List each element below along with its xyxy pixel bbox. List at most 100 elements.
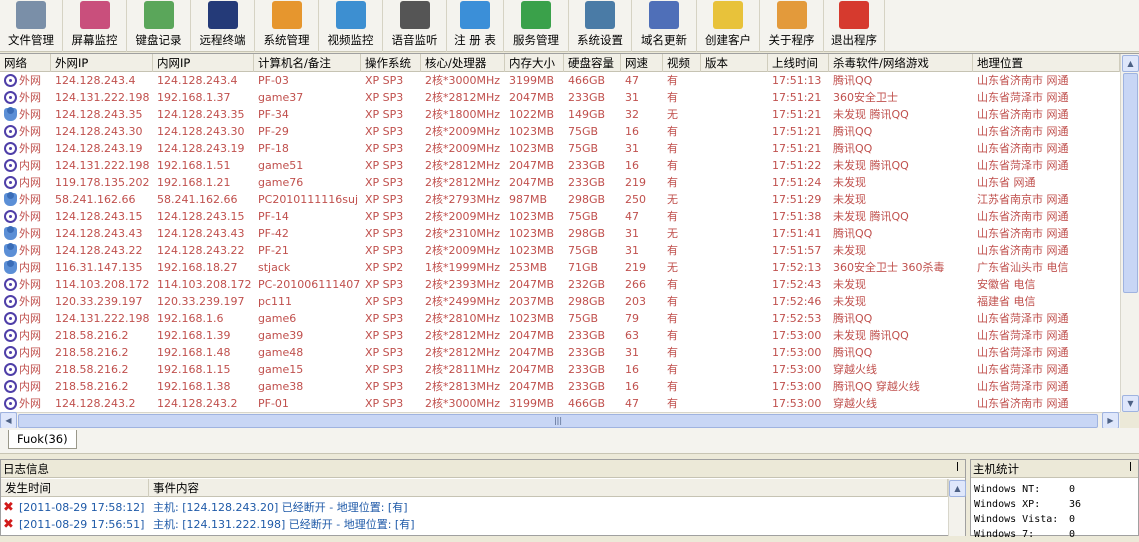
table-row[interactable]: 内网 218.58.216.2 192.168.1.15 game15 XP SP3 2核…	[0, 361, 1120, 378]
table-row[interactable]: 外网 124.128.243.15 124.128.243.15 PF-14 XP SP…	[0, 208, 1120, 225]
column-header-av[interactable]: 杀毒软件/网络游戏	[829, 54, 973, 72]
scroll-left-arrow-icon[interactable]: ◀	[0, 412, 17, 429]
table-row[interactable]: 内网 119.178.135.202 192.168.1.21 game76 XP SP…	[0, 174, 1120, 191]
toolbar-button-system-manage[interactable]: 系统管理	[255, 0, 319, 52]
table-row[interactable]: 外网 120.33.239.197 120.33.239.197 pc111 XP SP…	[0, 293, 1120, 310]
cell-disk: 75GB	[568, 312, 599, 325]
column-header-disk[interactable]: 硬盘容量	[564, 54, 621, 72]
host-list-vertical-scrollbar[interactable]: ▲ ▼	[1120, 54, 1139, 412]
scroll-down-arrow-icon[interactable]: ▼	[1122, 395, 1139, 412]
tab-fuok[interactable]: Fuok(36)	[8, 430, 77, 449]
horizontal-scroll-thumb[interactable]: |||	[18, 414, 1098, 428]
scroll-up-arrow-icon[interactable]: ▲	[1122, 55, 1139, 72]
pin-icon[interactable]: ꟾ	[1129, 460, 1132, 478]
toolbar-button-screen-monitor[interactable]: 屏幕监控	[63, 0, 127, 52]
table-row[interactable]: 外网 114.103.208.172 114.103.208.172 PC-20100…	[0, 276, 1120, 293]
table-row[interactable]: 内网 124.131.222.198 192.168.1.6 game6 XP SP3 2…	[0, 310, 1120, 327]
column-header-net[interactable]: 网络	[0, 54, 51, 72]
cell-net: 外网	[19, 91, 41, 104]
table-row[interactable]: 外网 58.241.162.66 58.241.162.66 PC2010111116…	[0, 191, 1120, 208]
table-row[interactable]: 外网 124.131.222.198 192.168.1.37 game37 XP SP…	[0, 89, 1120, 106]
cell-wan: 124.128.243.2	[55, 397, 136, 410]
table-row[interactable]: 外网 124.128.243.22 124.128.243.22 PF-21 XP SP…	[0, 242, 1120, 259]
column-header-loc[interactable]: 地理位置	[973, 54, 1120, 72]
cell-lan: 192.168.1.21	[157, 176, 231, 189]
toolbar-button-create-client[interactable]: 创建客户	[697, 0, 760, 52]
table-row[interactable]: 内网 116.31.147.135 192.168.18.27 stjack XP SP…	[0, 259, 1120, 276]
table-row[interactable]: 内网 218.58.216.2 192.168.1.39 game39 XP SP3 2核…	[0, 327, 1120, 344]
system-manage-icon	[271, 1, 302, 29]
column-header-time[interactable]: 上线时间	[768, 54, 829, 72]
column-header-wan[interactable]: 外网IP	[51, 54, 153, 72]
log-col-event[interactable]: 事件内容	[149, 479, 948, 497]
cell-cpu: 2核*2810MHz	[425, 312, 501, 325]
scroll-thumb[interactable]	[1123, 73, 1138, 293]
cell-net: 内网	[19, 176, 41, 189]
toolbar-button-remote-terminal[interactable]: 远程终端	[191, 0, 255, 52]
cell-time: 17:51:24	[772, 176, 822, 189]
log-row[interactable]: ✖ [2011-08-29 17:56:51] 主机: [124.131.222.1…	[1, 516, 948, 533]
cell-os: XP SP2	[365, 261, 404, 274]
table-row[interactable]: 外网 124.128.243.19 124.128.243.19 PF-18 XP SP…	[0, 140, 1120, 157]
cell-ver	[701, 123, 768, 140]
table-row[interactable]: 内网 218.58.216.2 192.168.1.48 game48 XP SP3 2核…	[0, 344, 1120, 361]
cell-video: 有	[667, 91, 678, 104]
column-header-os[interactable]: 操作系统	[361, 54, 421, 72]
cell-loc: 山东省菏泽市 网通	[977, 91, 1069, 104]
toolbar-button-service-manage[interactable]: 服务管理	[504, 0, 569, 52]
group-tab-strip: Fuok(36)	[0, 428, 1139, 454]
scroll-right-arrow-icon[interactable]: ▶	[1102, 412, 1119, 429]
log-body: ✖ [2011-08-29 17:58:12] 主机: [124.128.243.2…	[1, 497, 948, 537]
cell-name: game37	[258, 91, 304, 104]
toolbar-button-registry[interactable]: 注 册 表	[447, 0, 504, 52]
column-header-mem[interactable]: 内存大小	[505, 54, 564, 72]
toolbar-button-keyboard-log[interactable]: 键盘记录	[127, 0, 191, 52]
cell-wan: 218.58.216.2	[55, 329, 129, 342]
cell-mem: 1022MB	[509, 108, 555, 121]
toolbar-button-label: 屏幕监控	[71, 33, 118, 47]
column-header-lan[interactable]: 内网IP	[153, 54, 254, 72]
cell-av: 未发现 腾讯QQ	[833, 108, 909, 121]
system-settings-icon	[585, 1, 615, 29]
log-scroll-up-arrow-icon[interactable]: ▲	[949, 480, 966, 497]
toolbar-button-audio-listen[interactable]: 语音监听	[383, 0, 447, 52]
log-col-time[interactable]: 发生时间	[1, 479, 149, 497]
log-vertical-scrollbar[interactable]: ▲	[948, 479, 966, 536]
cell-av: 360安全卫士	[833, 91, 898, 104]
cell-lan: 58.241.162.66	[157, 193, 238, 206]
log-row[interactable]: ✖ [2011-08-29 17:58:12] 主机: [124.128.243.2…	[1, 499, 948, 516]
host-list-horizontal-scrollbar[interactable]: ◀ ||| ▶	[0, 412, 1120, 429]
table-row[interactable]: 内网 124.131.222.198 192.168.1.51 game51 XP SP…	[0, 157, 1120, 174]
cell-av: 腾讯QQ 穿越火线	[833, 380, 920, 393]
column-header-ver[interactable]: 版本	[701, 54, 768, 72]
cell-disk: 75GB	[568, 210, 599, 223]
cell-av: 腾讯QQ	[833, 74, 873, 87]
toolbar-button-video-monitor[interactable]: 视频监控	[319, 0, 383, 52]
cell-video: 有	[667, 397, 678, 410]
cell-mem: 2047MB	[509, 91, 555, 104]
table-row[interactable]: 外网 124.128.243.35 124.128.243.35 PF-34 XP SP…	[0, 106, 1120, 123]
cell-net: 外网	[19, 295, 41, 308]
table-row[interactable]: 外网 124.128.243.30 124.128.243.30 PF-29 XP SP…	[0, 123, 1120, 140]
toolbar-button-system-settings[interactable]: 系统设置	[569, 0, 632, 52]
cell-net: 内网	[19, 380, 41, 393]
toolbar-button-about[interactable]: 关于程序	[760, 0, 824, 52]
column-header-video[interactable]: 视频	[663, 54, 701, 72]
column-header-cpu[interactable]: 核心/处理器	[421, 54, 505, 72]
cell-speed: 250	[625, 193, 646, 206]
table-row[interactable]: 外网 124.128.243.43 124.128.243.43 PF-42 XP SP…	[0, 225, 1120, 242]
toolbar-button-file-manager[interactable]: 文件管理	[0, 0, 63, 52]
cell-mem: 987MB	[509, 193, 548, 206]
toolbar-button-domain-update[interactable]: 域名更新	[632, 0, 697, 52]
cell-time: 17:51:41	[772, 227, 822, 240]
column-header-name[interactable]: 计算机名/备注	[254, 54, 361, 72]
cell-ver	[701, 208, 768, 225]
pin-icon[interactable]: ꟾ	[956, 460, 959, 478]
table-row[interactable]: 外网 124.128.243.2 124.128.243.2 PF-01 XP SP3 2…	[0, 395, 1120, 412]
table-row[interactable]: 内网 218.58.216.2 192.168.1.38 game38 XP SP3 2核…	[0, 378, 1120, 395]
table-row[interactable]: 外网 124.128.243.4 124.128.243.4 PF-03 XP SP3 2…	[0, 72, 1120, 89]
cell-lan: 124.128.243.19	[157, 142, 245, 155]
cell-ver	[701, 106, 768, 123]
column-header-speed[interactable]: 网速	[621, 54, 663, 72]
toolbar-button-exit[interactable]: 退出程序	[824, 0, 885, 52]
